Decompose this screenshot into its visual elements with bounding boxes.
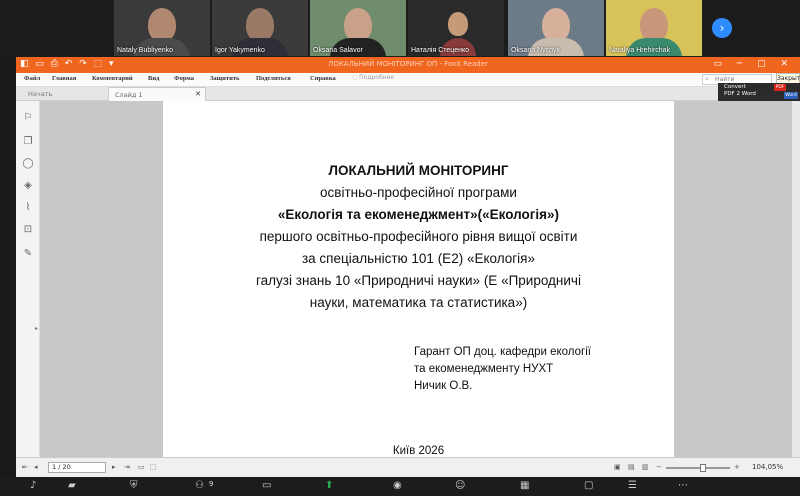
tab-start[interactable]: Начать xyxy=(22,87,108,101)
participant-tile[interactable]: Nataliya Hrehirchak xyxy=(606,0,702,56)
attachment-icon[interactable]: ⌇ xyxy=(21,201,35,215)
zoom-in-icon[interactable]: + xyxy=(734,463,740,471)
comments-icon[interactable]: ◯ xyxy=(21,157,35,171)
menu-protect[interactable]: Защитить xyxy=(210,75,239,82)
participant-video xyxy=(344,8,372,42)
participant-video xyxy=(448,12,468,36)
pdf-page: ЛОКАЛЬНИЙ МОНІТОРИНГ освітньо-професійно… xyxy=(163,101,674,457)
doc-program-name: «Екологія та екоменеджмент»(«Екологія») xyxy=(277,207,560,222)
participant-name: Nataly Bubliyenko xyxy=(117,47,174,54)
convert-pdf-to-word-banner[interactable]: Convert PDF 2 Word PDF Word xyxy=(718,83,800,101)
video-camera-icon[interactable]: ▰ xyxy=(68,480,76,491)
next-participants-button[interactable]: › xyxy=(712,18,732,38)
menu-help[interactable]: Справка xyxy=(310,75,336,82)
left-sidebar: ⚐ ❐ ◯ ◈ ⌇ ⊡ ✎ ▸ xyxy=(16,101,40,457)
doc-guarantor: Гарант ОП доц. кафедри екології xyxy=(414,346,591,358)
security-icon[interactable]: ⊡ xyxy=(21,223,35,237)
fit-width-icon[interactable]: ⬚ xyxy=(150,463,157,471)
window-title: ЛОКАЛЬНИЙ МОНІТОРИНГ ОП - Foxit Reader xyxy=(328,60,488,68)
participant-video xyxy=(246,8,274,42)
window-controls[interactable]: ▭ ─ ▢ ✕ xyxy=(713,59,794,69)
doc-guarantor: та екоменеджменту НУХТ xyxy=(414,363,554,375)
participants-count: 9 xyxy=(209,480,214,488)
prev-page-icon[interactable]: ◂ xyxy=(34,463,38,471)
participant-strip: Nataly Bubliyenko Igor Yakymenko Oksana … xyxy=(0,0,800,57)
title-bar: ◧ ▭ ⎙ ↶ ↷ ⬚ ▾ ЛОКАЛЬНИЙ МОНІТОРИНГ ОП - … xyxy=(16,57,800,73)
close-icon[interactable]: ✕ xyxy=(195,90,201,98)
view-mode-icon[interactable]: ▥ xyxy=(642,463,649,471)
record-icon[interactable]: ◉ xyxy=(393,480,402,491)
tell-me-box[interactable]: ◌ Подробнее xyxy=(352,74,394,81)
security-icon[interactable]: ⛨ xyxy=(130,480,138,491)
expand-panel-icon[interactable]: ▸ xyxy=(35,325,38,332)
participant-name: Oksana Nychyk xyxy=(511,47,561,54)
menu-form[interactable]: Форма xyxy=(174,75,194,82)
doc-line: галузі знань 10 «Природничі науки» (Е «П… xyxy=(256,273,581,288)
menu-file[interactable]: Файл xyxy=(24,75,40,82)
document-viewport[interactable]: ЛОКАЛЬНИЙ МОНІТОРИНГ освітньо-професійно… xyxy=(40,101,800,457)
microphone-icon[interactable]: ♪ xyxy=(30,480,36,491)
doc-line: першого освітньо-професійного рівня вищо… xyxy=(259,229,578,244)
menu-bar: Файл Главная Комментарий Вид Форма Защит… xyxy=(16,73,800,87)
participant-tile[interactable]: Наталія Стеценко xyxy=(408,0,504,56)
participant-video xyxy=(148,8,176,42)
signature-icon[interactable]: ✎ xyxy=(21,247,35,261)
participant-name: Nataliya Hrehirchak xyxy=(609,47,671,54)
participant-video xyxy=(640,8,668,42)
page-number-input[interactable]: 1 / 20 xyxy=(48,462,106,473)
chat-icon[interactable]: ▭ xyxy=(262,480,271,491)
pages-icon[interactable]: ❐ xyxy=(21,135,35,149)
status-bar: ⇤ ◂ 1 / 20 ▸ ⇥ ▭ ⬚ ▣ ▤ ▥ − + 104,05% xyxy=(16,457,800,477)
first-page-icon[interactable]: ⇤ xyxy=(22,463,28,471)
participant-tile[interactable]: Igor Yakymenko xyxy=(212,0,308,56)
vertical-scrollbar[interactable] xyxy=(792,101,800,457)
participant-tile[interactable]: Oksana Salavor xyxy=(310,0,406,56)
apps-icon[interactable]: ▦ xyxy=(520,480,529,491)
doc-line: за спеціальністю 101 (Е2) «Екологія» xyxy=(301,251,536,266)
doc-line: освітньо-професійної програми xyxy=(320,185,517,200)
zoom-slider-handle[interactable] xyxy=(700,464,706,472)
participant-video xyxy=(542,8,570,42)
zoom-level[interactable]: 104,05% xyxy=(752,463,783,471)
participant-tile[interactable]: Nataly Bubliyenko xyxy=(114,0,210,56)
doc-guarantor: Ничик О.В. xyxy=(414,380,473,392)
participant-tile[interactable]: Oksana Nychyk xyxy=(508,0,604,56)
menu-home[interactable]: Главная xyxy=(52,75,76,82)
pdf-reader-window: ◧ ▭ ⎙ ↶ ↷ ⬚ ▾ ЛОКАЛЬНИЙ МОНІТОРИНГ ОП - … xyxy=(16,57,800,477)
chevron-right-icon: › xyxy=(719,21,725,35)
last-page-icon[interactable]: ⇥ xyxy=(124,463,130,471)
bookmark-icon[interactable]: ⚐ xyxy=(21,111,35,125)
reactions-icon[interactable]: ☺ xyxy=(455,480,465,491)
meeting-controls: ♪ ▰ ⛨ ⚇ 9 ▭ ⬆ ◉ ☺ ▦ ▢ ☰ ⋯ xyxy=(0,477,800,496)
layers-icon[interactable]: ◈ xyxy=(21,179,35,193)
zoom-out-icon[interactable]: − xyxy=(656,463,662,471)
single-page-icon[interactable]: ▭ xyxy=(138,463,145,471)
zoom-meeting-screen: Nataly Bubliyenko Igor Yakymenko Oksana … xyxy=(0,0,800,496)
more-icon[interactable]: ⋯ xyxy=(678,480,688,491)
next-page-icon[interactable]: ▸ xyxy=(112,463,116,471)
whiteboard-icon[interactable]: ▢ xyxy=(584,480,593,491)
menu-share[interactable]: Поделиться xyxy=(256,75,291,82)
view-mode-icon[interactable]: ▣ xyxy=(614,463,621,471)
doc-footer: Київ 2026 xyxy=(392,445,445,457)
notes-icon[interactable]: ☰ xyxy=(628,480,637,491)
menu-view[interactable]: Вид xyxy=(148,75,159,82)
menu-comment[interactable]: Комментарий xyxy=(92,75,133,82)
search-icon: ⌕ xyxy=(705,75,709,83)
word-badge: Word xyxy=(784,92,798,99)
participant-name: Igor Yakymenko xyxy=(215,47,265,54)
doc-title: ЛОКАЛЬНИЙ МОНІТОРИНГ xyxy=(328,163,509,178)
pdf-badge: PDF xyxy=(774,84,786,91)
participants-icon[interactable]: ⚇ xyxy=(195,480,204,491)
tab-document[interactable]: Слайд 1 ✕ xyxy=(108,87,206,101)
participant-name: Oksana Salavor xyxy=(313,47,363,54)
document-tabs: Начать Слайд 1 ✕ xyxy=(16,87,800,101)
view-mode-icon[interactable]: ▤ xyxy=(628,463,635,471)
zoom-slider[interactable] xyxy=(666,467,730,469)
share-screen-icon[interactable]: ⬆ xyxy=(325,480,333,491)
participant-name: Наталія Стеценко xyxy=(411,47,469,54)
doc-line: науки, математика та статистика») xyxy=(309,295,528,310)
